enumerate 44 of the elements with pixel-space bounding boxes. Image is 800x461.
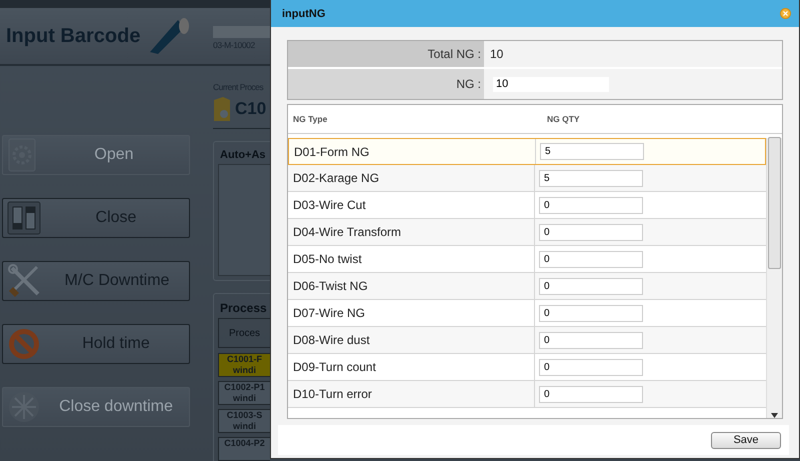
ng-type-cell: D08-Wire dust	[288, 327, 535, 353]
ng-type-cell: D09-Turn count	[288, 354, 535, 380]
ng-type-cell: D10-Turn error	[288, 381, 535, 407]
ng-row[interactable]: D10-Turn error 0	[288, 381, 766, 408]
no-entry-icon	[7, 327, 41, 361]
barcode-field[interactable]	[213, 26, 270, 38]
folder-gear-icon	[213, 96, 231, 122]
column-header: NG QTY	[547, 114, 580, 124]
scroll-down-icon[interactable]	[771, 413, 778, 418]
ng-qty-input[interactable]: 0	[539, 278, 643, 294]
ng-type-cell: D05-No twist	[288, 246, 535, 272]
ng-label: NG :	[288, 69, 484, 99]
ng-type-cell: D04-Wire Transform	[288, 219, 535, 245]
ng-qty-input[interactable]: 5	[540, 143, 644, 160]
ng-qty-input[interactable]: 0	[539, 386, 643, 402]
ng-type-cell: D06-Twist NG	[288, 273, 535, 299]
ng-qty-input[interactable]: 0	[539, 332, 643, 348]
auto-panel-title: Auto+As	[219, 148, 267, 163]
ng-qty-input[interactable]: 5	[539, 170, 643, 186]
close-icon[interactable]	[780, 8, 791, 19]
ng-row[interactable]: D04-Wire Transform 0	[288, 219, 766, 246]
ng-type-cell: D01-Form NG	[289, 139, 536, 164]
column-header: NG Type	[292, 114, 328, 124]
total-ng-label: Total NG :	[288, 41, 484, 67]
ng-qty-input[interactable]: 0	[539, 196, 643, 214]
ng-qty-input[interactable]: 0	[539, 304, 643, 322]
save-button[interactable]: Save	[711, 432, 781, 448]
ng-input[interactable]: 10	[493, 76, 609, 92]
scrollbar-thumb[interactable]	[768, 137, 781, 269]
ng-row[interactable]: D02-Karage NG 5	[288, 165, 766, 192]
switch-icon	[7, 201, 41, 235]
ng-type-cell: D07-Wire NG	[288, 300, 535, 326]
process-panel-title: Process	[219, 300, 268, 317]
ng-row[interactable]: D08-Wire dust 0	[288, 327, 766, 354]
ng-qty-input[interactable]: 0	[539, 358, 643, 376]
total-ng-value: 10	[489, 46, 504, 63]
ng-row[interactable]: D01-Form NG 5	[288, 138, 766, 165]
ng-row[interactable]: D06-Twist NG 0	[288, 273, 766, 300]
ng-qty-input[interactable]: 0	[539, 224, 643, 240]
ng-type-cell: D03-Wire Cut	[288, 192, 535, 218]
scrollbar[interactable]	[766, 138, 782, 418]
ng-type-cell: D02-Karage NG	[288, 165, 535, 191]
dialog-title: inputNG	[282, 8, 326, 20]
ng-qty-input[interactable]: 0	[539, 250, 643, 268]
